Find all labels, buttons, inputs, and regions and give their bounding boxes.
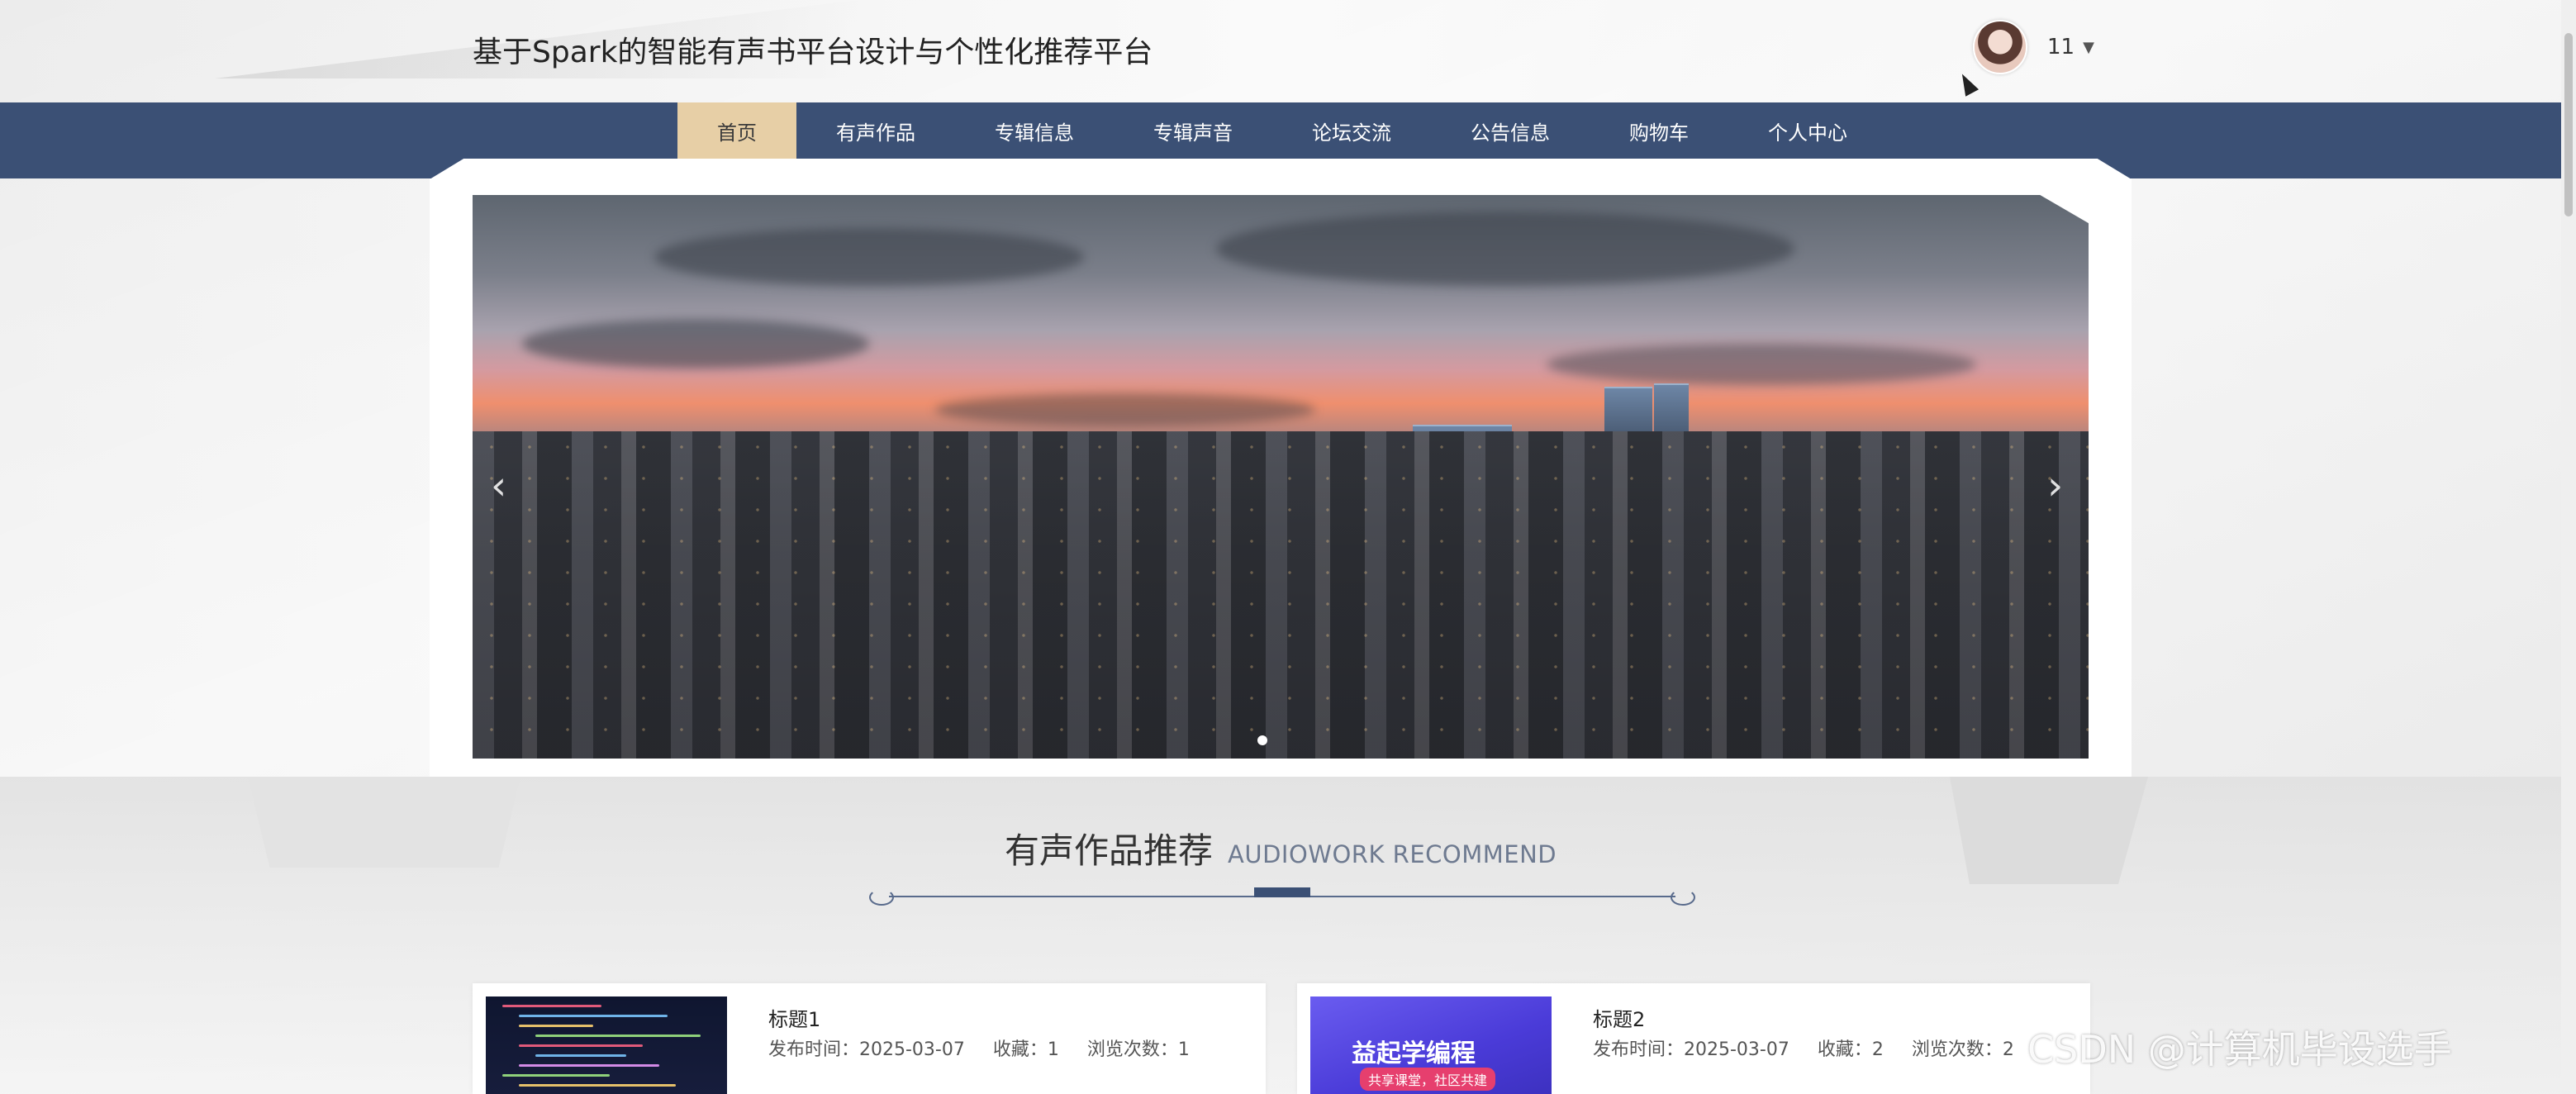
card-thumbnail[interactable] <box>486 996 727 1094</box>
section-subtitle: AUDIOWORK RECOMMEND <box>1228 840 1557 868</box>
nav-bar-notch <box>0 159 2576 179</box>
section-heading: 有声作品推荐 AUDIOWORK RECOMMEND <box>1005 823 1557 873</box>
carousel-next-button[interactable]: › <box>2047 463 2063 509</box>
city-lights <box>473 431 2089 759</box>
site-title: 基于Spark的智能有声书平台设计与个性化推荐平台 <box>473 36 1153 69</box>
background-decoration <box>248 777 520 868</box>
carousel-prev-button[interactable]: ‹ <box>491 463 506 509</box>
nav-item-home[interactable]: 首页 <box>677 102 796 159</box>
thumbnail-caption: 共享课堂，社区共建 <box>1360 1068 1496 1091</box>
avatar[interactable] <box>1973 20 2027 74</box>
section-title: 有声作品推荐 <box>1005 830 1214 871</box>
card-meta: 发布时间：2025-03-07 收藏：1 浏览次数：1 <box>768 1035 1190 1061</box>
background-decoration <box>1950 777 2148 884</box>
card-title[interactable]: 标题2 <box>1593 1003 1645 1032</box>
scrollbar-thumb[interactable] <box>2564 33 2573 216</box>
card-meta: 发布时间：2025-03-07 收藏：2 浏览次数：2 <box>1593 1035 2014 1061</box>
nav-item-cart[interactable]: 购物车 <box>1590 102 1728 159</box>
section-divider <box>869 887 1695 906</box>
chevron-down-icon[interactable]: ▼ <box>2083 39 2094 56</box>
username[interactable]: 11 <box>2047 35 2075 59</box>
card-favorites: 收藏：1 <box>992 1039 1059 1060</box>
carousel-image[interactable] <box>473 195 2089 759</box>
card-favorites: 收藏：2 <box>1817 1039 1884 1060</box>
card-thumbnail[interactable]: 益起学编程 共享课堂，社区共建 <box>1310 996 1552 1094</box>
card-title[interactable]: 标题1 <box>768 1003 820 1032</box>
card-date: 发布时间：2025-03-07 <box>768 1039 965 1060</box>
nav-item-profile[interactable]: 个人中心 <box>1728 102 1887 159</box>
thumbnail-text: 益起学编程 <box>1352 1039 1476 1068</box>
nav-item-announcements[interactable]: 公告信息 <box>1431 102 1590 159</box>
nav-item-audio-works[interactable]: 有声作品 <box>796 102 955 159</box>
card-views: 浏览次数：2 <box>1911 1039 2014 1060</box>
nav-item-album-audio[interactable]: 专辑声音 <box>1114 102 1272 159</box>
carousel-dot[interactable] <box>1257 735 1267 745</box>
watermark: CSDN @计算机毕设选手 <box>2027 1027 2452 1072</box>
card-views: 浏览次数：1 <box>1086 1039 1190 1060</box>
nav-item-albums[interactable]: 专辑信息 <box>955 102 1114 159</box>
main-nav: 首页 有声作品 专辑信息 专辑声音 论坛交流 公告信息 购物车 个人中心 <box>677 102 1887 159</box>
audiowork-card[interactable]: 益起学编程 共享课堂，社区共建 标题2 发布时间：2025-03-07 收藏：2… <box>1297 983 2090 1094</box>
nav-item-forum[interactable]: 论坛交流 <box>1272 102 1431 159</box>
card-date: 发布时间：2025-03-07 <box>1593 1039 1789 1060</box>
user-menu[interactable]: 11 ▼ <box>1973 18 2094 76</box>
audiowork-card[interactable]: 标题1 发布时间：2025-03-07 收藏：1 浏览次数：1 <box>473 983 1266 1094</box>
